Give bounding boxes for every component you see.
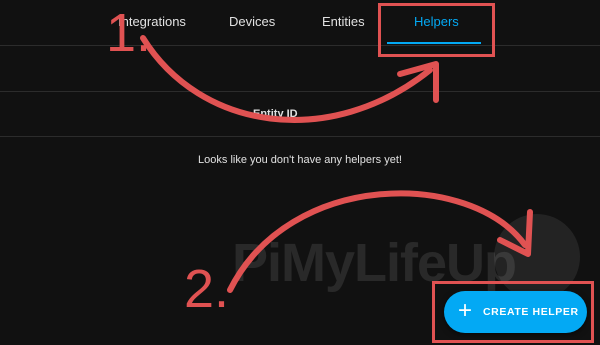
tab-integrations[interactable]: Integrations [118, 0, 186, 46]
table-header: Entity ID [0, 93, 600, 137]
tab-devices[interactable]: Devices [229, 0, 275, 46]
tab-bar: Integrations Devices Entities Helpers [0, 0, 600, 46]
create-helper-button[interactable]: + CREATE HELPER [444, 291, 587, 333]
filter-row [0, 47, 600, 92]
create-helper-label: CREATE HELPER [483, 306, 579, 318]
watermark-logo: PiMyLifeUp [232, 233, 517, 293]
empty-state-message: Looks like you don't have any helpers ye… [198, 154, 402, 166]
tab-helpers[interactable]: Helpers [414, 0, 459, 46]
watermark-logo-circle [494, 214, 580, 300]
plus-icon: + [458, 297, 473, 324]
active-tab-indicator [387, 42, 481, 44]
tab-entities[interactable]: Entities [322, 0, 365, 46]
column-header-entity-id[interactable]: Entity ID [253, 108, 298, 120]
annotation-step-2: 2. [184, 259, 230, 319]
annotation-arrow-2 [227, 190, 528, 293]
